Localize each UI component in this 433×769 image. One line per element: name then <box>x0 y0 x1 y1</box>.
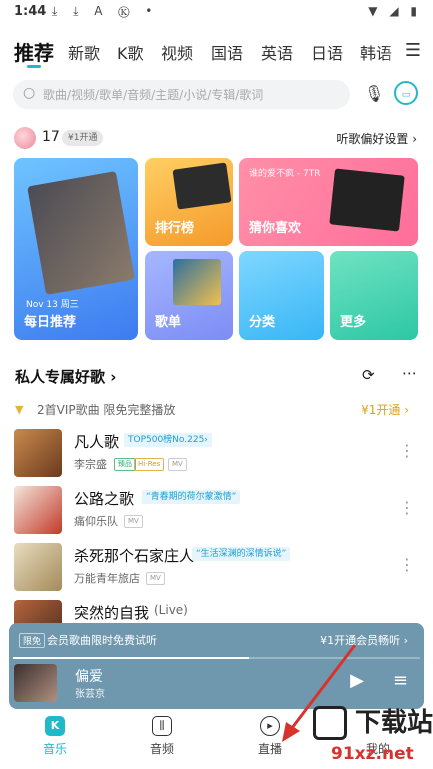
song-title: 突然的自我 <box>74 604 150 622</box>
nav-audio-label: 音频 <box>149 742 174 756</box>
guess-cover-image <box>329 168 405 232</box>
rankings-label: 排行榜 <box>155 221 195 236</box>
mini-player[interactable]: 限免 会员歌曲限时免费试听 ¥1开通会员畅听 › 偏爱 张芸京 ▶ ≡ <box>9 623 424 709</box>
guess-subtitle: 谁的爱不疯 - 7TR <box>249 169 321 179</box>
daily-date: Nov 13 周三 <box>26 300 79 310</box>
nav-live[interactable]: ▸ 直播 <box>235 716 305 757</box>
rankings-card[interactable]: 排行榜 <box>145 158 233 246</box>
category-card[interactable]: 分类 <box>239 251 324 340</box>
guess-you-like-card[interactable]: 谁的爱不疯 - 7TR 猜你喜欢 <box>239 158 418 246</box>
menu-icon[interactable]: ☰ <box>405 40 421 61</box>
microphone-icon[interactable]: 🎙︎ <box>364 84 384 103</box>
listening-preferences-link[interactable]: 听歌偏好设置 › <box>336 130 417 147</box>
section-title[interactable]: 私人专属好歌 › <box>15 366 116 387</box>
song-more-icon[interactable]: ⋮ <box>399 498 415 517</box>
nav-music[interactable]: K 音乐 <box>20 716 90 757</box>
refresh-icon[interactable]: ⟳ <box>362 366 375 384</box>
guess-label: 猜你喜欢 <box>249 221 302 236</box>
user-level: 17 <box>42 129 60 145</box>
song-title: 公路之歌 <box>74 490 135 508</box>
song-artist: 痛仰乐队 <box>74 515 118 528</box>
search-input[interactable] <box>41 84 345 106</box>
song-title: 杀死那个石家庄人 <box>74 547 195 565</box>
category-tabs: 推荐 新歌 K歌 视频 国语 英语 日语 韩语 ☰ <box>0 36 433 68</box>
song-more-icon[interactable]: ⋮ <box>399 555 415 574</box>
vip-promo-text: 2首VIP歌曲 限免完整播放 <box>37 403 176 417</box>
free-trial-tag: 限免 <box>19 633 46 648</box>
search-icon: ○ <box>23 85 36 101</box>
tab-japanese[interactable]: 日语 <box>311 40 343 64</box>
system-icons: ▼ ◢ ▮ <box>368 4 421 18</box>
tab-underline <box>27 65 41 68</box>
song-cover <box>14 543 62 591</box>
category-label: 分类 <box>249 315 276 330</box>
open-vip-link[interactable]: ¥1开通会员畅听 › <box>320 632 408 648</box>
quality-badge: 臻品 <box>114 458 136 471</box>
daily-label: 每日推荐 <box>24 315 77 330</box>
more-label: 更多 <box>340 315 367 330</box>
playlist-label: 歌单 <box>155 315 182 330</box>
search-bar[interactable]: ○ <box>13 80 350 109</box>
play-icon[interactable]: ▶ <box>350 670 364 691</box>
song-artist: 万能青年旅店 <box>74 572 140 585</box>
now-playing-cover[interactable] <box>14 664 57 702</box>
song-row[interactable]: 杀死那个石家庄人 “生活深渊的深情诉说” 万能青年旅店 MV ⋮ <box>0 543 433 595</box>
avatar[interactable] <box>14 127 36 149</box>
playback-progress[interactable] <box>13 657 420 659</box>
song-tag[interactable]: “生活深渊的深情诉说” <box>192 547 291 561</box>
rankings-cover-image <box>172 162 232 210</box>
mv-badge[interactable]: MV <box>168 458 187 471</box>
watermark-text: 下载站 <box>355 708 433 738</box>
notification-icons: ⤓ ⤓ A Ⓚ • <box>52 4 159 18</box>
tab-english[interactable]: 英语 <box>261 40 293 64</box>
song-tag[interactable]: TOP500榜No.225› <box>124 433 212 447</box>
vip-open-button[interactable]: ¥1开通 › <box>361 401 409 418</box>
song-row[interactable]: 凡人歌 TOP500榜No.225› 李宗盛 臻品 Hi-Res MV ⋮ <box>0 429 433 481</box>
status-time: 1:44 <box>14 4 47 19</box>
song-title: 凡人歌 <box>74 433 120 451</box>
watermark-url: 91xz.net <box>331 744 414 764</box>
mv-badge[interactable]: MV <box>124 515 143 528</box>
promo-text: 会员歌曲限时免费试听 <box>47 634 157 647</box>
playlist-cover-image <box>173 259 221 305</box>
song-version-tag: (Live) <box>154 603 188 617</box>
music-tab-icon: K <box>45 716 65 736</box>
now-playing-title: 偏爱 <box>75 669 103 685</box>
live-tab-icon: ▸ <box>260 716 280 736</box>
status-bar: 1:44 ⤓ ⤓ A Ⓚ • ▼ ◢ ▮ <box>0 0 433 26</box>
nav-music-label: 音乐 <box>42 742 67 756</box>
tab-mandarin[interactable]: 国语 <box>211 40 243 64</box>
song-more-icon[interactable]: ⋮ <box>399 441 415 460</box>
song-artist: 李宗盛 <box>74 458 107 471</box>
playlist-card[interactable]: 歌单 <box>145 251 233 340</box>
playlist-queue-icon[interactable]: ≡ <box>393 670 408 691</box>
tab-new-songs[interactable]: 新歌 <box>68 40 100 64</box>
song-tag[interactable]: “青春期的荷尔蒙激情” <box>142 490 241 504</box>
mv-badge[interactable]: MV <box>146 572 165 585</box>
vip-open-badge[interactable]: ¥1开通 <box>62 130 104 146</box>
more-card[interactable]: 更多 <box>330 251 418 340</box>
more-options-icon[interactable]: ⋯ <box>402 364 417 382</box>
watermark-box-icon <box>313 706 347 740</box>
audio-tab-icon: ⫼ <box>152 716 172 736</box>
song-cover <box>14 486 62 534</box>
car-mode-icon[interactable]: ▭ <box>394 81 418 105</box>
tab-recommend[interactable]: 推荐 <box>14 37 54 66</box>
vip-diamond-icon: ▼ <box>15 403 24 416</box>
now-playing-artist: 张芸京 <box>75 689 105 700</box>
song-row[interactable]: 公路之歌 “青春期的荷尔蒙激情” 痛仰乐队 MV ⋮ <box>0 486 433 538</box>
song-cover <box>14 429 62 477</box>
daily-recommend-card[interactable]: Nov 13 周三 每日推荐 <box>14 158 138 340</box>
nav-audio[interactable]: ⫼ 音频 <box>127 716 197 757</box>
tab-video[interactable]: 视频 <box>161 40 193 64</box>
hires-badge: Hi-Res <box>134 458 165 471</box>
progress-fill <box>13 657 250 659</box>
nav-live-label: 直播 <box>257 742 282 756</box>
daily-cover-image <box>27 171 135 295</box>
tab-karaoke[interactable]: K歌 <box>117 40 144 64</box>
watermark-logo: 下载站 91xz.net <box>305 700 433 769</box>
